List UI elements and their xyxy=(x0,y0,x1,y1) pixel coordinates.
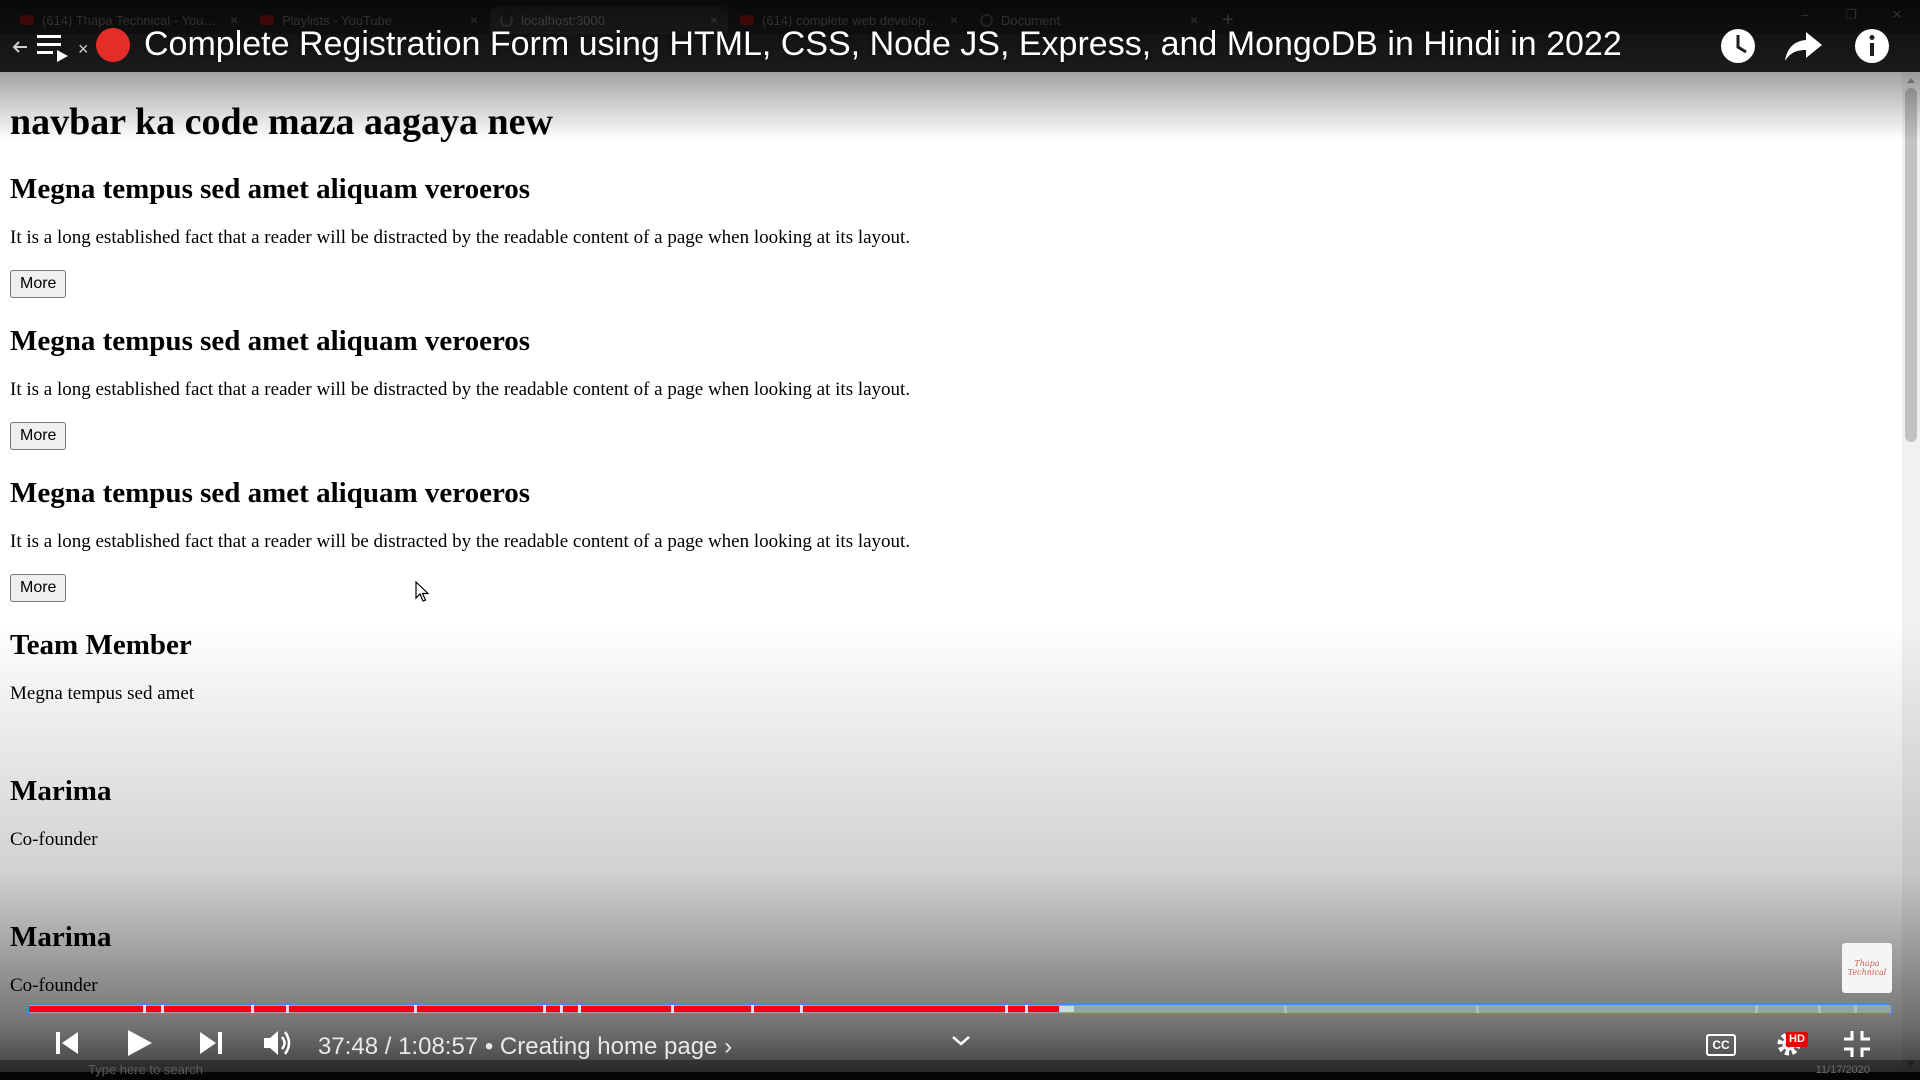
section-text: It is a long established fact that a rea… xyxy=(10,379,911,400)
chapter-marker xyxy=(1853,1005,1857,1013)
volume-icon[interactable] xyxy=(262,1029,294,1057)
previous-icon[interactable] xyxy=(54,1030,80,1056)
scroll-up-icon[interactable] xyxy=(1907,78,1915,83)
page-content: navbar ka code maza aagaya new Megna tem… xyxy=(0,72,1902,998)
video-progress-bar[interactable] xyxy=(28,1004,1892,1014)
os-taskbar: Type here to search 11/17/2020 xyxy=(0,1060,1920,1080)
chapter-marker xyxy=(285,1005,289,1013)
section-text: It is a long established fact that a rea… xyxy=(10,227,911,248)
subtitles-button[interactable]: CC xyxy=(1706,1034,1736,1056)
playlist-icon[interactable] xyxy=(36,32,70,62)
page-scrollbar[interactable] xyxy=(1902,72,1920,1072)
member-role: Co-founder xyxy=(10,829,98,850)
team-member: Marima Co-founder xyxy=(10,774,1902,852)
section-title: Megna tempus sed amet aliquam veroeros xyxy=(10,173,531,205)
window-controls: – ❐ ✕ xyxy=(1782,0,1920,30)
time-display: 37:48 / 1:08:57 • Creating home page › xyxy=(318,1032,732,1062)
channel-watermark-logo[interactable]: Thapa Technical xyxy=(1842,943,1892,993)
chapter-marker xyxy=(799,1005,803,1013)
current-time: 37:48 xyxy=(318,1033,379,1060)
hd-badge: HD xyxy=(1786,1032,1808,1047)
chapter-marker xyxy=(751,1005,755,1013)
progress-buffered xyxy=(1058,1006,1074,1012)
back-arrow-icon[interactable] xyxy=(12,40,28,54)
team-member: Marima Co-founder xyxy=(10,920,1902,998)
member-name: Marima xyxy=(10,775,112,807)
chapter-marker xyxy=(414,1005,418,1013)
chapter-marker xyxy=(578,1005,582,1013)
team-heading: Team Member xyxy=(10,629,192,661)
team-text: Megna tempus sed amet xyxy=(10,683,195,704)
channel-avatar[interactable] xyxy=(96,28,130,62)
play-icon[interactable] xyxy=(124,1028,154,1058)
chapter-marker xyxy=(1025,1005,1029,1013)
mouse-cursor-icon xyxy=(415,581,430,602)
time-separator: / xyxy=(384,1033,392,1060)
content-section: Megna tempus sed amet aliquam veroeros I… xyxy=(10,172,1902,298)
chapter-marker xyxy=(1818,1005,1822,1013)
more-button[interactable]: More xyxy=(10,422,67,450)
watermark-text: Thapa Technical xyxy=(1847,959,1887,977)
share-icon[interactable] xyxy=(1782,28,1826,64)
content-section: Megna tempus sed amet aliquam veroeros I… xyxy=(10,324,1902,450)
exit-fullscreen-icon[interactable] xyxy=(1842,1029,1872,1059)
section-title: Megna tempus sed amet aliquam veroeros xyxy=(10,325,531,357)
chapter-marker xyxy=(559,1005,563,1013)
taskbar-search-input[interactable]: Type here to search xyxy=(88,1062,203,1077)
info-icon[interactable] xyxy=(1852,26,1892,66)
chapter-marker xyxy=(671,1005,675,1013)
taskbar-date: 11/17/2020 xyxy=(1815,1064,1870,1076)
section-text: It is a long established fact that a rea… xyxy=(10,531,911,552)
chapter-arrow-icon[interactable]: › xyxy=(724,1033,732,1060)
more-button[interactable]: More xyxy=(10,574,67,602)
member-name: Marima xyxy=(10,921,112,953)
chapter-bullet: • xyxy=(484,1033,494,1060)
close-icon[interactable]: × xyxy=(78,40,89,58)
chapter-marker xyxy=(161,1005,165,1013)
more-button[interactable]: More xyxy=(10,270,67,298)
team-section: Team Member Megna tempus sed amet xyxy=(10,628,1902,706)
content-section: Megna tempus sed amet aliquam veroeros I… xyxy=(10,476,1902,602)
chapter-marker xyxy=(1475,1005,1479,1013)
chevron-down-icon[interactable] xyxy=(950,1034,972,1048)
member-role: Co-founder xyxy=(10,975,98,996)
chapter-marker xyxy=(1004,1005,1008,1013)
chapter-title[interactable]: Creating home page xyxy=(500,1033,717,1060)
page-viewport: navbar ka code maza aagaya new Megna tem… xyxy=(0,72,1902,1072)
next-icon[interactable] xyxy=(198,1030,224,1056)
chapter-marker xyxy=(250,1005,254,1013)
screen: (614) Thapa Technical - YouTube × Playli… xyxy=(0,0,1920,1080)
chapter-marker xyxy=(542,1005,546,1013)
chapter-marker xyxy=(1755,1005,1759,1013)
chapter-marker xyxy=(142,1005,146,1013)
scrollbar-thumb[interactable] xyxy=(1905,88,1917,442)
minimize-icon[interactable]: – xyxy=(1782,0,1828,30)
cc-label: CC xyxy=(1712,1038,1730,1052)
video-title[interactable]: Complete Registration Form using HTML, C… xyxy=(144,22,1622,66)
chapter-marker xyxy=(1283,1005,1287,1013)
watch-later-clock-icon[interactable] xyxy=(1718,26,1758,66)
section-title: Megna tempus sed amet aliquam veroeros xyxy=(10,477,531,509)
youtube-icon xyxy=(20,15,34,25)
duration: 1:08:57 xyxy=(398,1033,479,1060)
page-heading: navbar ka code maza aagaya new xyxy=(10,101,553,143)
